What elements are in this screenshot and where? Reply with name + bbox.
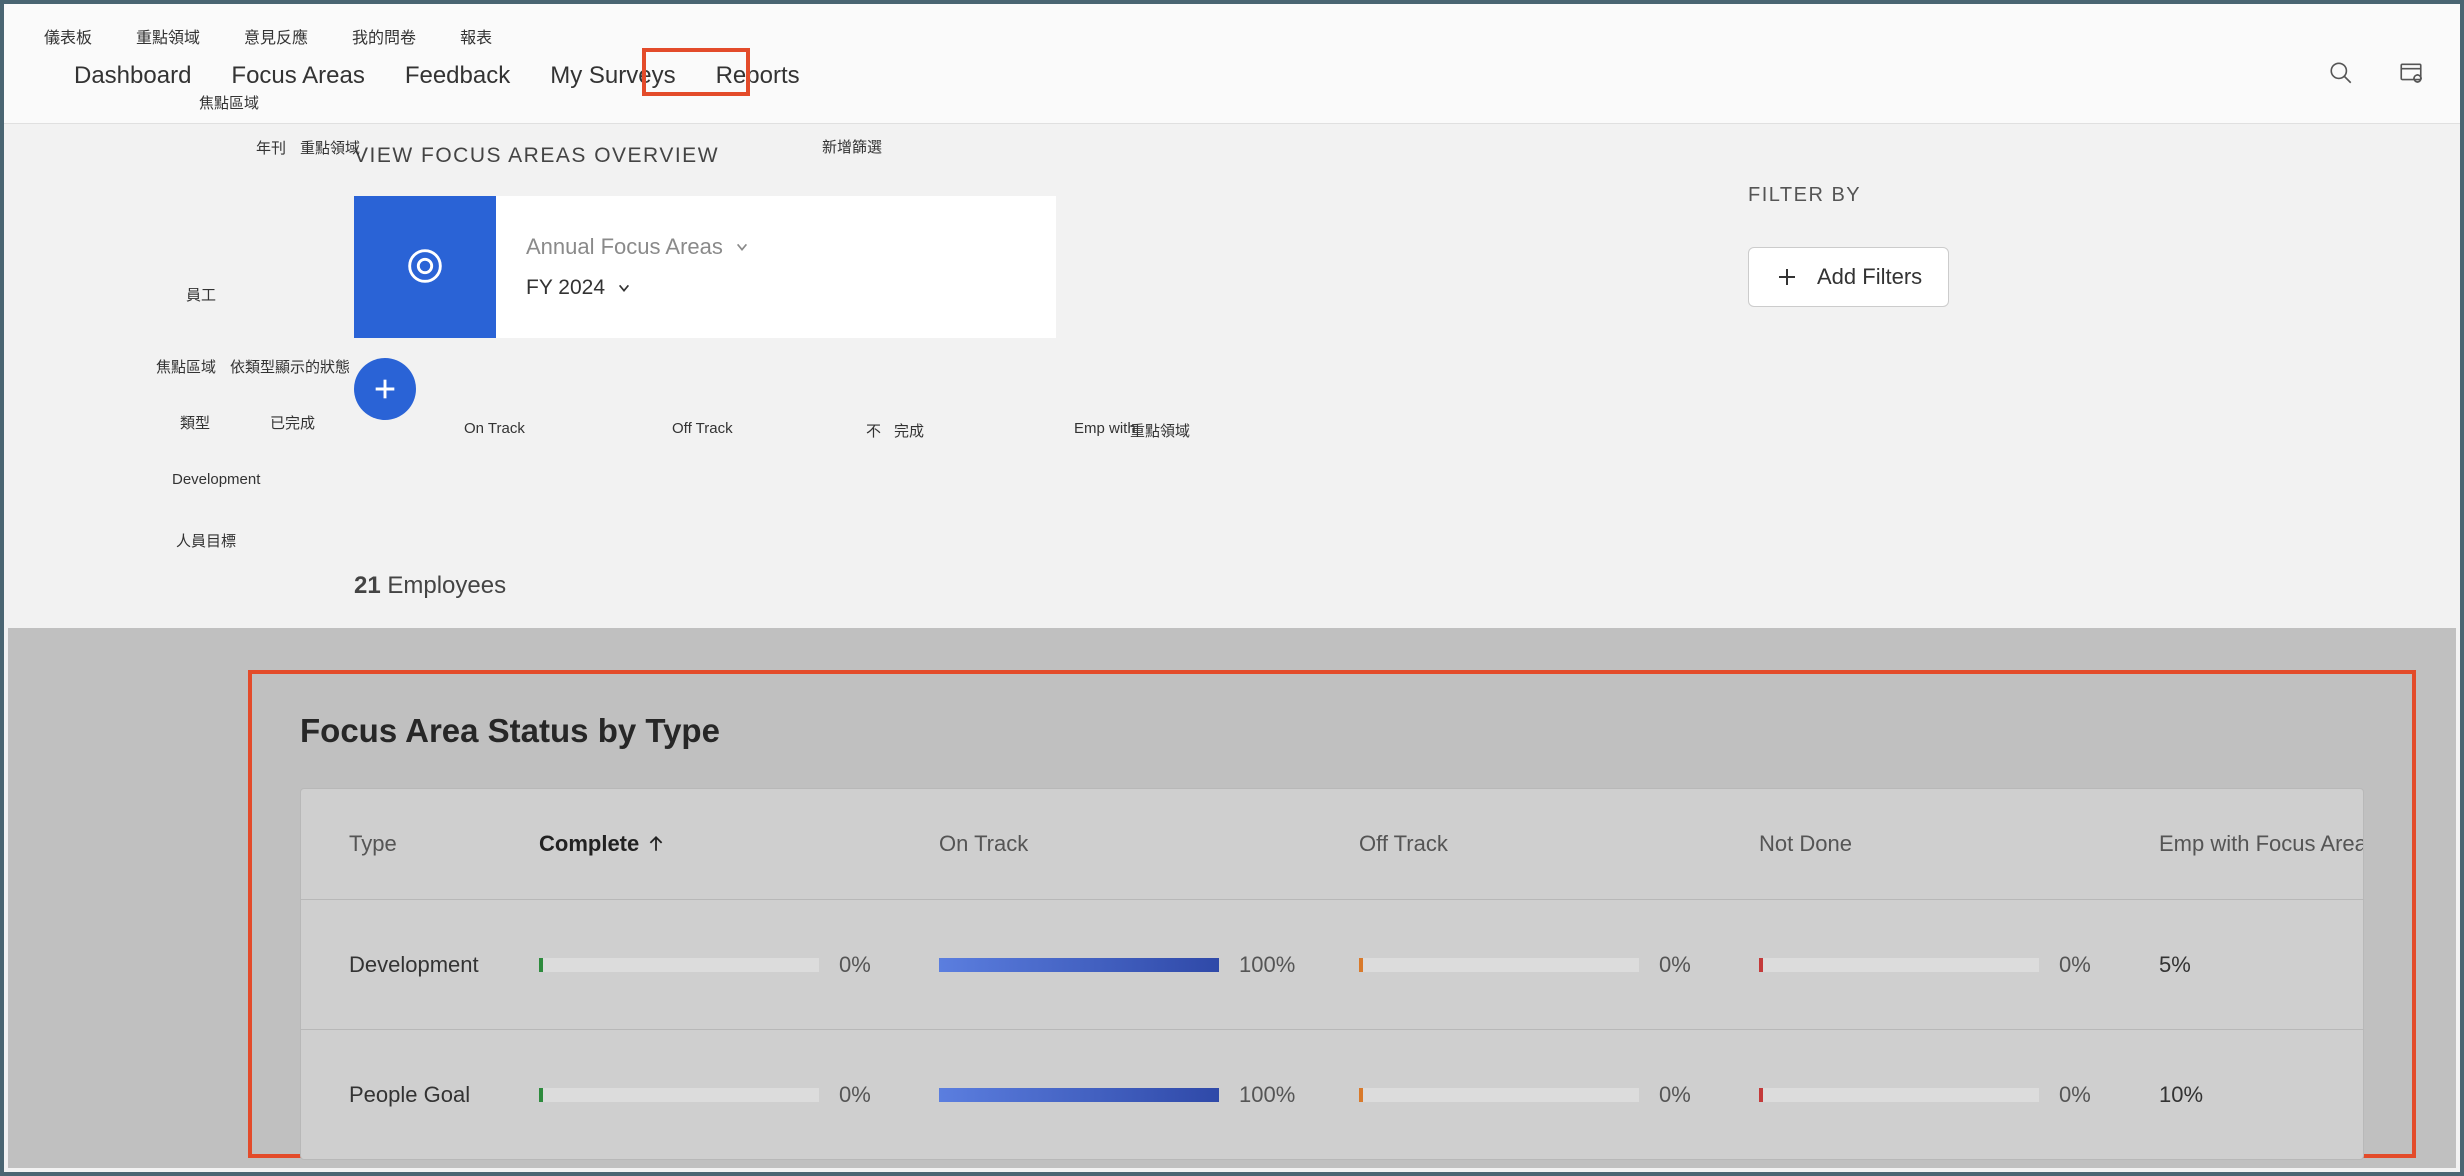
- topnav-translated-labels: 儀表板 重點領域 意見反應 我的問卷 報表: [44, 22, 492, 50]
- target-icon: [402, 243, 448, 292]
- progress-bar: [1359, 1088, 1639, 1102]
- bar-cell: 0%: [1759, 952, 2159, 978]
- add-overview-button[interactable]: [354, 358, 416, 420]
- top-navigation: 儀表板 重點領域 意見反應 我的問卷 報表 Dashboard Focus Ar…: [4, 4, 2460, 124]
- progress-bar: [1759, 1088, 2039, 1102]
- chevron-down-icon: [617, 281, 631, 295]
- row-type-label: People Goal: [349, 1082, 539, 1108]
- percent-label: 0%: [1659, 952, 1719, 978]
- percent-label: 100%: [1239, 952, 1299, 978]
- tab-feedback[interactable]: Feedback: [405, 60, 510, 92]
- add-filters-label: Add Filters: [1817, 264, 1922, 290]
- percent-label: 0%: [839, 1082, 899, 1108]
- chevron-down-icon: [735, 240, 749, 254]
- dropdown-label-fy: FY 2024: [526, 276, 605, 300]
- percent-label: 0%: [2059, 1082, 2119, 1108]
- bar-cell: 0%: [539, 1082, 939, 1108]
- tab-my-surveys[interactable]: My Surveys: [550, 60, 675, 92]
- status-table: Type Complete On Track Off Track Not Don…: [300, 788, 2364, 1160]
- lbl-type: 類型: [180, 414, 210, 434]
- tab-focus-areas[interactable]: Focus Areas: [231, 60, 364, 92]
- lbl-offtrack: Off Track: [672, 420, 733, 437]
- percent-label: 0%: [1659, 1082, 1719, 1108]
- window-settings-icon[interactable]: [2398, 60, 2424, 89]
- overview-region: 年刊 重點領域 員工 焦點區域 依類型顯示的狀態 類型 已完成 Developm…: [4, 124, 2460, 420]
- lbl-peoplegoal: 人員目標: [176, 532, 236, 552]
- tab-dashboard[interactable]: Dashboard: [74, 60, 191, 92]
- filter-title: FILTER BY: [1748, 184, 2376, 207]
- status-table-header: Type Complete On Track Off Track Not Don…: [301, 789, 2363, 899]
- lbl-annual: 年刊: [256, 139, 286, 159]
- progress-bar: [1759, 958, 2039, 972]
- progress-bar: [539, 958, 819, 972]
- row-type-label: Development: [349, 952, 539, 978]
- progress-bar: [939, 958, 1219, 972]
- bar-cell: 100%: [939, 1082, 1359, 1108]
- table-row[interactable]: People Goal 0% 100% 0% 0% 10%: [301, 1029, 2363, 1159]
- status-by-type-highlight: Focus Area Status by Type Type Complete …: [248, 670, 2416, 1158]
- add-filters-button[interactable]: Add Filters: [1748, 247, 1949, 307]
- lbl-done: 完成: [894, 420, 924, 441]
- col-empwith[interactable]: Emp with Focus Areas: [2159, 831, 2364, 857]
- annual-focus-areas-dropdown[interactable]: Annual Focus Areas: [526, 234, 1026, 260]
- col-type[interactable]: Type: [349, 831, 539, 857]
- search-icon[interactable]: [2328, 60, 2354, 89]
- nav-trans-focusareas: 重點領域: [136, 22, 200, 50]
- status-title: Focus Area Status by Type: [300, 712, 2364, 750]
- table-row[interactable]: Development 0% 100% 0% 0% 5%: [301, 899, 2363, 1029]
- bar-cell: 0%: [1359, 1082, 1759, 1108]
- fy2024-dropdown[interactable]: FY 2024: [526, 276, 1026, 300]
- lower-panel: Focus Area Status by Type Type Complete …: [8, 628, 2456, 1168]
- nav-trans-feedback: 意見反應: [244, 22, 308, 50]
- plus-icon: [371, 375, 399, 403]
- lbl-focusareas2: 重點領域: [300, 139, 360, 159]
- overview-title: VIEW FOCUS AREAS OVERVIEW: [354, 144, 1454, 168]
- row-emp-label: 5%: [2159, 952, 2364, 978]
- col-complete[interactable]: Complete: [539, 831, 939, 857]
- progress-bar: [539, 1088, 819, 1102]
- emp-count-label: Employees: [387, 572, 506, 599]
- topnav-sublabel: 焦點區域: [199, 92, 259, 113]
- nav-trans-mysurveys: 我的問卷: [352, 22, 416, 50]
- nav-trans-dashboard: 儀表板: [44, 22, 92, 50]
- bar-cell: 0%: [1359, 952, 1759, 978]
- lbl-ontrack: On Track: [464, 420, 525, 437]
- lbl-statusbytype: 依類型顯示的狀態: [230, 358, 350, 378]
- lbl-empwith: Emp with: [1074, 420, 1136, 437]
- overview-card: Annual Focus Areas FY 2024: [496, 196, 1056, 338]
- lbl-focusarea: 焦點區域: [156, 358, 216, 378]
- lbl-complete: 已完成: [270, 414, 315, 434]
- dropdown-label-annual: Annual Focus Areas: [526, 234, 723, 260]
- bar-cell: 100%: [939, 952, 1359, 978]
- nav-trans-reports: 報表: [460, 22, 492, 50]
- bar-cell: 0%: [1759, 1082, 2159, 1108]
- lbl-focusareas3: 重點領域: [1130, 420, 1190, 441]
- col-ontrack[interactable]: On Track: [939, 831, 1359, 857]
- lbl-not: 不: [866, 420, 881, 441]
- emp-count-number: 21: [354, 572, 381, 599]
- lbl-employee: 員工: [186, 286, 216, 306]
- col-complete-label: Complete: [539, 831, 639, 857]
- row-emp-label: 10%: [2159, 1082, 2364, 1108]
- col-offtrack[interactable]: Off Track: [1359, 831, 1759, 857]
- sort-ascending-icon: [647, 835, 665, 853]
- bar-cell: 0%: [539, 952, 939, 978]
- progress-bar: [1359, 958, 1639, 972]
- percent-label: 100%: [1239, 1082, 1299, 1108]
- percent-label: 0%: [839, 952, 899, 978]
- topnav-tabs: Dashboard Focus Areas Feedback My Survey…: [74, 60, 800, 92]
- lbl-development: Development: [172, 470, 260, 490]
- percent-label: 0%: [2059, 952, 2119, 978]
- lbl-new-filter: 新增篩選: [822, 136, 882, 157]
- overview-tile-icon: [354, 196, 496, 338]
- plus-icon: [1775, 265, 1799, 289]
- col-notdone[interactable]: Not Done: [1759, 831, 2159, 857]
- employee-count: 21 Employees: [354, 572, 506, 600]
- progress-bar: [939, 1088, 1219, 1102]
- tab-reports[interactable]: Reports: [716, 60, 800, 92]
- filter-panel: FILTER BY Add Filters: [1712, 154, 2412, 337]
